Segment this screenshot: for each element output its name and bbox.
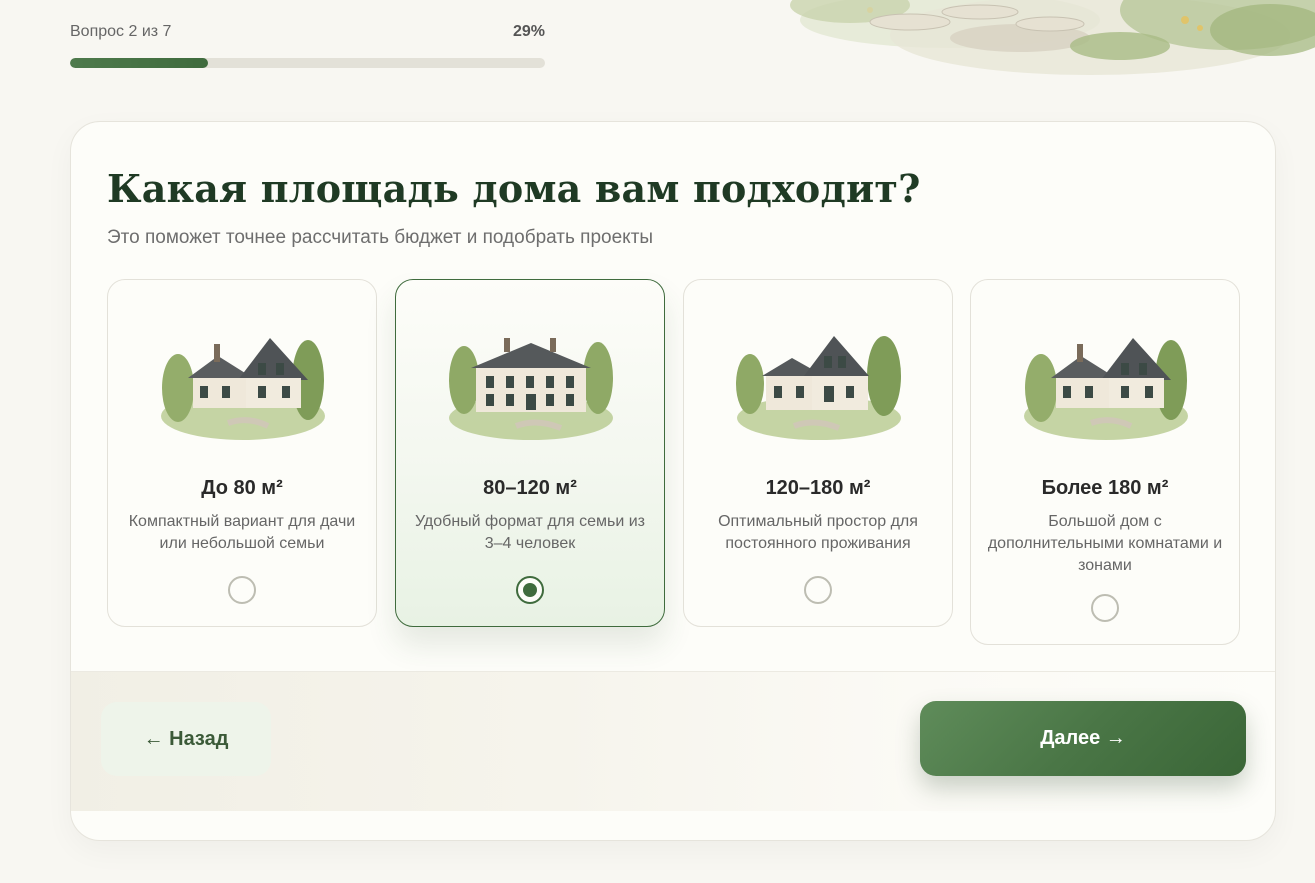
option-title: До 80 м² (201, 477, 283, 499)
option-over-180[interactable]: Более 180 м² Большой дом с дополнительны… (970, 279, 1240, 645)
next-button[interactable]: Далее → (920, 701, 1246, 776)
option-80-120[interactable]: 80–120 м² Удобный формат для семьи из 3–… (395, 279, 665, 627)
option-description: Компактный вариант для дачи или небольшо… (128, 513, 356, 552)
option-title: Более 180 м² (1041, 477, 1169, 499)
option-radio-selected[interactable] (516, 576, 544, 604)
card-footer: ← Назад Далее → (71, 671, 1275, 811)
option-title: 80–120 м² (483, 477, 577, 499)
quiz-page: Вопрос 2 из 7 29% Какая площадь дома вам… (0, 0, 1315, 883)
option-description: Удобный формат для семьи из 3–4 человек (415, 513, 645, 552)
progress-bar (70, 58, 545, 68)
house-illustration (736, 336, 901, 440)
progress-bar-fill (70, 58, 208, 68)
question-card: Какая площадь дома вам подходит? Это пом… (70, 121, 1276, 841)
progress-percent: 29% (512, 23, 545, 40)
radio-dot (523, 583, 537, 597)
house-illustration (161, 338, 325, 440)
option-radio[interactable] (804, 576, 832, 604)
option-description: Оптимальный простор для постоянного прож… (718, 513, 918, 552)
progress-section: Вопрос 2 из 7 29% (70, 22, 545, 68)
option-up-to-80[interactable]: До 80 м² Компактный вариант для дачи или… (107, 279, 377, 627)
option-description: Большой дом с дополнительными комнатами … (987, 513, 1223, 574)
progress-label: Вопрос 2 из 7 (70, 23, 172, 40)
question-title: Какая площадь дома вам подходит? (107, 166, 921, 211)
area-options: До 80 м² Компактный вариант для дачи или… (107, 279, 1241, 649)
house-illustration (1024, 338, 1188, 440)
option-120-180[interactable]: 120–180 м² Оптимальный простор для посто… (683, 279, 953, 627)
option-title: 120–180 м² (765, 477, 871, 499)
option-radio[interactable] (1091, 594, 1119, 622)
house-illustration (449, 338, 613, 440)
back-button[interactable]: ← Назад (101, 702, 271, 776)
garden-illustration (790, 0, 1315, 75)
option-radio[interactable] (228, 576, 256, 604)
question-subtitle: Это поможет точнее рассчитать бюджет и п… (107, 227, 654, 248)
